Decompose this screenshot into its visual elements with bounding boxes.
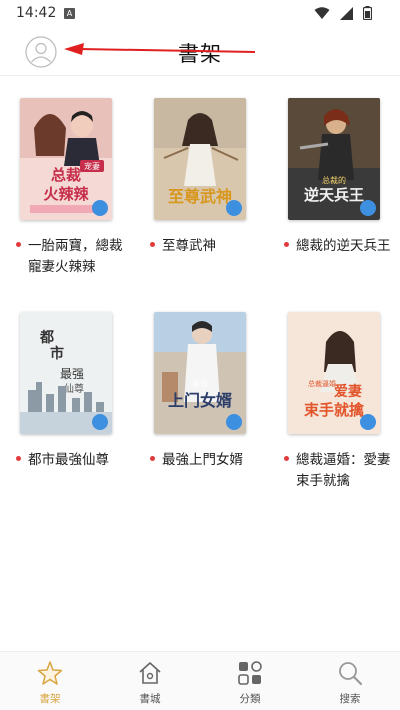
nav-item-bookstore[interactable]: 書城 <box>100 652 200 710</box>
bullet-dot-icon <box>150 456 155 461</box>
bullet-dot-icon <box>284 242 289 247</box>
svg-text:爱妻: 爱妻 <box>334 383 362 400</box>
book-title[interactable]: 最強上門女婿 <box>162 450 266 471</box>
audio-badge-icon <box>226 200 242 216</box>
audio-badge-icon <box>360 200 376 216</box>
book-title-row[interactable]: 最強上門女婿 <box>150 450 266 471</box>
svg-text:最强: 最强 <box>192 379 208 388</box>
star-icon <box>37 661 63 685</box>
svg-text:总裁逼婚: 总裁逼婚 <box>308 379 336 388</box>
svg-text:逆天兵王: 逆天兵王 <box>304 186 364 204</box>
book-cover[interactable]: 总裁 火辣辣 宠妻 <box>20 98 112 220</box>
nav-label: 書城 <box>139 693 161 705</box>
book-title[interactable]: 都市最強仙尊 <box>28 450 132 471</box>
notification-a-icon: A <box>64 8 75 19</box>
svg-text:束手就擒: 束手就擒 <box>304 401 364 419</box>
audio-badge-icon <box>360 414 376 430</box>
category-icon <box>238 661 262 685</box>
nav-label: 分類 <box>239 693 261 705</box>
header: 書架 <box>0 28 400 76</box>
audio-badge-icon <box>92 414 108 430</box>
wifi-icon <box>314 6 330 19</box>
book-cover[interactable]: 至尊武神 <box>154 98 246 220</box>
status-bar: 14:42 A <box>0 0 400 28</box>
book-title[interactable]: 總裁逼婚：愛妻束手就擒 <box>296 450 400 492</box>
svg-text:最强: 最强 <box>60 367 84 381</box>
book-title-row[interactable]: 都市最強仙尊 <box>16 450 132 471</box>
book-cover[interactable]: 总裁的 逆天兵王 <box>288 98 380 220</box>
book-title-row[interactable]: 一胎兩寶，總裁寵妻火辣辣 <box>16 236 132 278</box>
bullet-dot-icon <box>284 456 289 461</box>
book-cover[interactable]: 总裁逼婚 爱妻 束手就擒 <box>288 312 380 434</box>
bottom-nav: 書架 書城 分類 搜索 <box>0 651 400 710</box>
nav-item-category[interactable]: 分類 <box>200 652 300 710</box>
book-cover[interactable]: 都 市 最强 仙尊 <box>20 312 112 434</box>
audio-badge-icon <box>92 200 108 216</box>
book-title-row[interactable]: 至尊武神 <box>150 236 266 257</box>
battery-icon <box>363 6 372 20</box>
svg-text:火辣辣: 火辣辣 <box>43 185 89 203</box>
search-icon <box>339 662 363 686</box>
bullet-dot-icon <box>16 242 21 247</box>
status-time: 14:42 <box>16 5 57 21</box>
svg-text:上门女婿: 上门女婿 <box>168 391 232 410</box>
nav-item-bookshelf[interactable]: 書架 <box>0 652 100 710</box>
status-icons <box>314 6 372 20</box>
signal-icon <box>340 6 353 20</box>
nav-label: 搜索 <box>339 693 361 705</box>
book-title[interactable]: 一胎兩寶，總裁寵妻火辣辣 <box>28 236 132 278</box>
book-title-row[interactable]: 總裁逼婚：愛妻束手就擒 <box>284 450 400 492</box>
book-title[interactable]: 總裁的逆天兵王 <box>296 236 400 257</box>
bullet-dot-icon <box>150 242 155 247</box>
svg-text:总裁的: 总裁的 <box>322 175 346 185</box>
home-icon <box>139 662 161 684</box>
svg-text:总裁: 总裁 <box>51 166 81 184</box>
bullet-dot-icon <box>16 456 21 461</box>
svg-text:仙尊: 仙尊 <box>64 382 84 395</box>
audio-badge-icon <box>226 414 242 430</box>
book-cover[interactable]: 最强 上门女婿 <box>154 312 246 434</box>
svg-text:至尊武神: 至尊武神 <box>168 187 232 206</box>
svg-text:宠妻: 宠妻 <box>84 161 100 171</box>
book-title[interactable]: 至尊武神 <box>162 236 266 257</box>
nav-label: 書架 <box>39 693 61 705</box>
nav-item-search[interactable]: 搜索 <box>300 652 400 710</box>
annotation-arrow-icon <box>64 43 256 55</box>
svg-text:都: 都 <box>39 330 54 346</box>
book-title-row[interactable]: 總裁的逆天兵王 <box>284 236 400 257</box>
svg-text:市: 市 <box>50 345 64 362</box>
